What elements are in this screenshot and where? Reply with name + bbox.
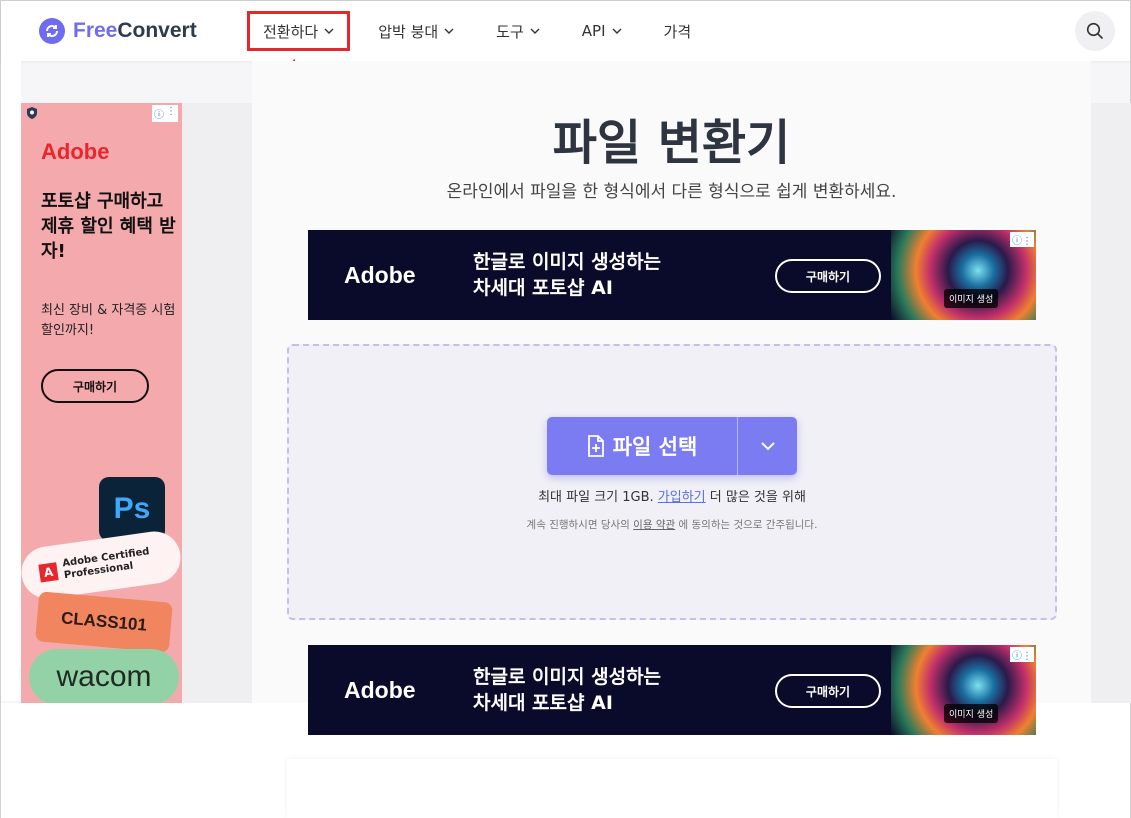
banner-line-1: 한글로 이미지 생성하는	[473, 251, 662, 273]
chevron-down-icon	[444, 28, 454, 34]
left-gray-area	[182, 103, 252, 703]
nav-compress[interactable]: 압박 붕대	[364, 11, 468, 51]
nav-api[interactable]: API	[568, 11, 636, 51]
more-icon: ⋮	[166, 106, 176, 117]
banner-text: 한글로 이미지 생성하는 차세대 포토샵 AI	[473, 664, 661, 716]
max-size-suffix: 더 많은 것을 위해	[709, 490, 806, 505]
nav-pricing-label: 가격	[663, 22, 692, 41]
chevron-down-icon	[530, 28, 540, 34]
nav-tools-label: 도구	[496, 22, 524, 41]
left-ad-headline: 포토샵 구매하고 제휴 할인 혜택 받자!	[41, 191, 176, 262]
max-size-note: 최대 파일 크기 1GB. 가입하기 더 많은 것을 위해	[287, 486, 1057, 505]
page-subtitle: 온라인에서 파일을 한 형식에서 다른 형식으로 쉽게 변환하세요.	[446, 182, 897, 202]
left-ad-brand: Adobe	[41, 139, 110, 164]
left-gutter	[1, 61, 21, 701]
bottom-card	[287, 759, 1057, 818]
max-size-prefix: 최대 파일 크기 1GB.	[538, 490, 654, 505]
banner-line-2: 차세대 포토샵 AI	[473, 692, 613, 714]
nav-convert-label: 전환하다	[263, 22, 319, 41]
adobe-certified-badge: A Adobe Certified Professional	[21, 528, 182, 602]
logo-convert-icon	[39, 18, 65, 44]
file-dropzone[interactable]	[287, 344, 1057, 620]
left-ad-buy-button[interactable]: 구매하기	[41, 369, 149, 403]
search-icon	[1086, 22, 1104, 40]
top-banner-ad[interactable]: Adobe 한글로 이미지 생성하는 차세대 포토샵 AI 구매하기 이미지 생…	[308, 230, 1036, 320]
banner-line-2: 차세대 포토샵 AI	[473, 277, 613, 299]
nav-pricing[interactable]: 가격	[650, 11, 706, 51]
banner-buy-button[interactable]: 구매하기	[775, 259, 881, 293]
class101-badge: CLASS101	[35, 591, 173, 653]
banner-line-1: 한글로 이미지 생성하는	[473, 666, 662, 688]
bottom-banner-ad[interactable]: Adobe 한글로 이미지 생성하는 차세대 포토샵 AI 구매하기 이미지 생…	[308, 645, 1036, 735]
left-ad[interactable]: ⓘ ⋮ Adobe 포토샵 구매하고 제휴 할인 혜택 받자! 최신 장비 & 자…	[21, 103, 182, 703]
nav-convert[interactable]: 전환하다	[247, 11, 351, 51]
logo-text: FreeConvert	[73, 19, 197, 42]
signup-link[interactable]: 가입하기	[658, 490, 706, 505]
banner-brand: Adobe	[344, 262, 416, 288]
site-header: FreeConvert 전환하다 압박 붕대 도구 API 가격	[1, 1, 1130, 61]
nav-tools[interactable]: 도구	[482, 11, 554, 51]
choose-files-label: 파일 선택	[612, 435, 698, 459]
left-ad-subline: 최신 장비 & 자격증 시험 할인까지!	[41, 303, 176, 338]
adobe-logo-icon: A	[38, 562, 59, 583]
banner-tag: 이미지 생성	[944, 704, 999, 723]
ad-info-icon[interactable]: ⓘ⋮	[1010, 647, 1034, 662]
acp-label: Adobe Certified Professional	[61, 546, 151, 582]
chevron-down-icon	[760, 442, 775, 451]
right-gray-area	[1091, 103, 1131, 703]
ad-info[interactable]: ⓘ ⋮	[152, 105, 178, 122]
wacom-badge: wacom	[29, 649, 179, 703]
terms-prefix: 계속 진행하시면 당사의	[526, 519, 630, 531]
choose-source-dropdown[interactable]	[738, 417, 797, 475]
choose-files-main[interactable]: 파일 선택	[547, 417, 737, 475]
search-button[interactable]	[1075, 11, 1115, 51]
terms-note: 계속 진행하시면 당사의 이용 약관 에 동의하는 것으로 간주됩니다.	[287, 517, 1057, 532]
banner-tag: 이미지 생성	[944, 289, 999, 308]
nav-compress-label: 압박 붕대	[378, 22, 439, 41]
ad-shield-icon	[27, 107, 37, 119]
info-icon: ⓘ	[154, 110, 164, 121]
logo[interactable]: FreeConvert	[39, 18, 197, 44]
terms-link[interactable]: 이용 약관	[633, 519, 675, 531]
main-nav: 전환하다 압박 붕대 도구 API 가격	[247, 1, 719, 61]
chevron-down-icon	[324, 28, 334, 34]
page-title: 파일 변환기	[552, 115, 791, 171]
file-add-icon	[587, 435, 604, 457]
choose-files-button[interactable]: 파일 선택	[547, 417, 797, 475]
terms-suffix: 에 동의하는 것으로 간주됩니다.	[678, 519, 818, 531]
chevron-down-icon	[612, 28, 622, 34]
nav-api-label: API	[581, 22, 606, 40]
banner-buy-button[interactable]: 구매하기	[775, 674, 881, 708]
banner-text: 한글로 이미지 생성하는 차세대 포토샵 AI	[473, 249, 661, 301]
banner-brand: Adobe	[344, 677, 416, 703]
ad-info-icon[interactable]: ⓘ⋮	[1010, 232, 1034, 247]
